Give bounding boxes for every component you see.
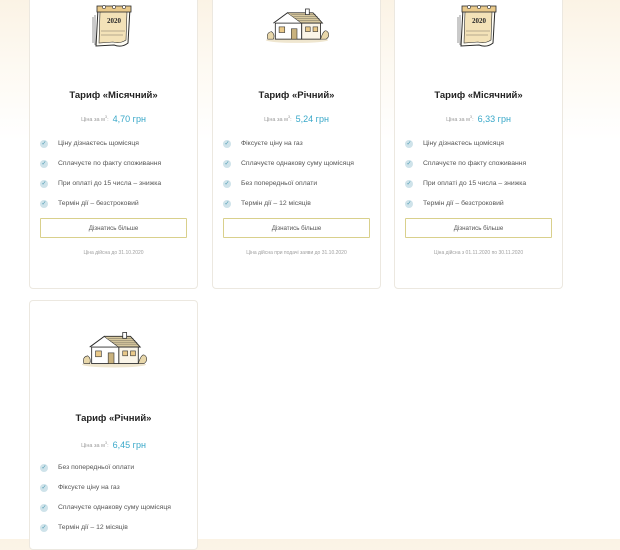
tariff-title: Тариф «Місячний» <box>434 90 523 101</box>
check-icon: ✓ <box>40 524 48 532</box>
check-icon: ✓ <box>40 160 48 168</box>
feature-item: ✓ Сплачуєте по факту споживання <box>40 160 162 168</box>
feature-item: ✓ Без попередньої оплати <box>40 464 135 472</box>
calendar-year: 2020 <box>107 17 122 25</box>
tariff-card: Тариф «Річний» Ціна за м3: 5,24 грн ✓ Фікс… <box>212 0 381 289</box>
check-icon: ✓ <box>405 200 413 208</box>
check-icon: ✓ <box>223 160 231 168</box>
price-label: Ціна за м3: <box>81 114 109 124</box>
feature-item: ✓ Термін дії – 12 місяців <box>223 200 311 208</box>
check-icon: ✓ <box>223 200 231 208</box>
tariff-card: 2020 Тариф «Місячний» Ціна за м3: 6,33 гр… <box>394 0 563 289</box>
feature-item: ✓ Без попередньої оплати <box>223 180 318 188</box>
tariff-title: Тариф «Річний» <box>258 90 335 101</box>
price-value: 5,24 грн <box>295 113 329 124</box>
feature-item: ✓ Сплачуєте однакову суму щомісяця <box>40 504 171 512</box>
check-icon: ✓ <box>223 180 231 188</box>
price-row: Ціна за м3: 6,45 грн <box>30 436 197 454</box>
price-validity-note: Ціна дійсна при подачі заяви до 31.10.20… <box>246 250 347 256</box>
learn-more-button[interactable]: Дізнатись більше <box>223 218 370 238</box>
tariff-title: Тариф «Річний» <box>75 413 152 424</box>
calendar-icon: 2020 <box>457 3 501 49</box>
tariff-card: Тариф «Річний» Ціна за м3: 6,45 грн ✓ Без … <box>29 300 198 550</box>
price-value: 6,33 грн <box>477 113 511 124</box>
price-row: Ціна за м3: 5,24 грн <box>213 110 380 128</box>
feature-item: ✓ Фіксуєте ціну на газ <box>223 140 303 148</box>
check-icon: ✓ <box>40 180 48 188</box>
feature-item: ✓ Термін дії – безстроковий <box>405 200 504 208</box>
price-label: Ціна за м3: <box>81 440 109 450</box>
price-value: 4,70 грн <box>112 113 146 124</box>
house-icon <box>264 5 330 45</box>
calendar-year: 2020 <box>472 17 487 25</box>
feature-item: ✓ Термін дії – безстроковий <box>40 200 139 208</box>
features-list: ✓ Без попередньої оплати ✓ Фіксуєте ціну н… <box>40 463 191 543</box>
house-icon <box>80 328 148 370</box>
features-list: ✓ Ціну дізнаєтесь щомісяця ✓ Сплачуєте по … <box>405 139 556 219</box>
feature-item: ✓ Сплачуєте по факту споживання <box>405 160 527 168</box>
price-value: 6,45 грн <box>112 439 146 450</box>
check-icon: ✓ <box>405 180 413 188</box>
check-icon: ✓ <box>223 140 231 148</box>
check-icon: ✓ <box>40 464 48 472</box>
price-validity-note: Ціна дійсна з 01.11.2020 по 30.11.2020 <box>433 250 524 256</box>
feature-item: ✓ Фіксуєте ціну на газ <box>40 484 120 492</box>
features-list: ✓ Фіксуєте ціну на газ ✓ Сплачуєте однаков… <box>223 139 374 219</box>
learn-more-button[interactable]: Дізнатись більше <box>405 218 552 238</box>
feature-item: ✓ Сплачуєте однакову суму щомісяця <box>223 160 354 168</box>
price-validity-note: Ціна дійсна до 31.10.2020 <box>83 250 144 256</box>
feature-item: ✓ При оплаті до 15 числа – знижка <box>40 180 162 188</box>
tariff-title: Тариф «Місячний» <box>69 90 158 101</box>
price-label: Ціна за м3: <box>446 114 474 124</box>
tariff-card: 2020 Тариф «Місячний» Ціна за м3: 4,70 гр… <box>29 0 198 289</box>
check-icon: ✓ <box>40 140 48 148</box>
feature-item: ✓ Ціну дізнаєтесь щомісяця <box>40 140 139 148</box>
price-row: Ціна за м3: 4,70 грн <box>30 110 197 128</box>
feature-item: ✓ При оплаті до 15 числа – знижка <box>405 180 527 188</box>
learn-more-button[interactable]: Дізнатись більше <box>40 218 187 238</box>
price-label: Ціна за м3: <box>264 114 292 124</box>
features-list: ✓ Ціну дізнаєтесь щомісяця ✓ Сплачуєте по … <box>40 139 191 219</box>
check-icon: ✓ <box>40 504 48 512</box>
feature-item: ✓ Термін дії – 12 місяців <box>40 524 128 532</box>
check-icon: ✓ <box>40 484 48 492</box>
price-row: Ціна за м3: 6,33 грн <box>395 110 562 128</box>
check-icon: ✓ <box>405 140 413 148</box>
calendar-icon: 2020 <box>92 3 136 49</box>
check-icon: ✓ <box>40 200 48 208</box>
feature-item: ✓ Ціну дізнаєтесь щомісяця <box>405 140 504 148</box>
check-icon: ✓ <box>405 160 413 168</box>
